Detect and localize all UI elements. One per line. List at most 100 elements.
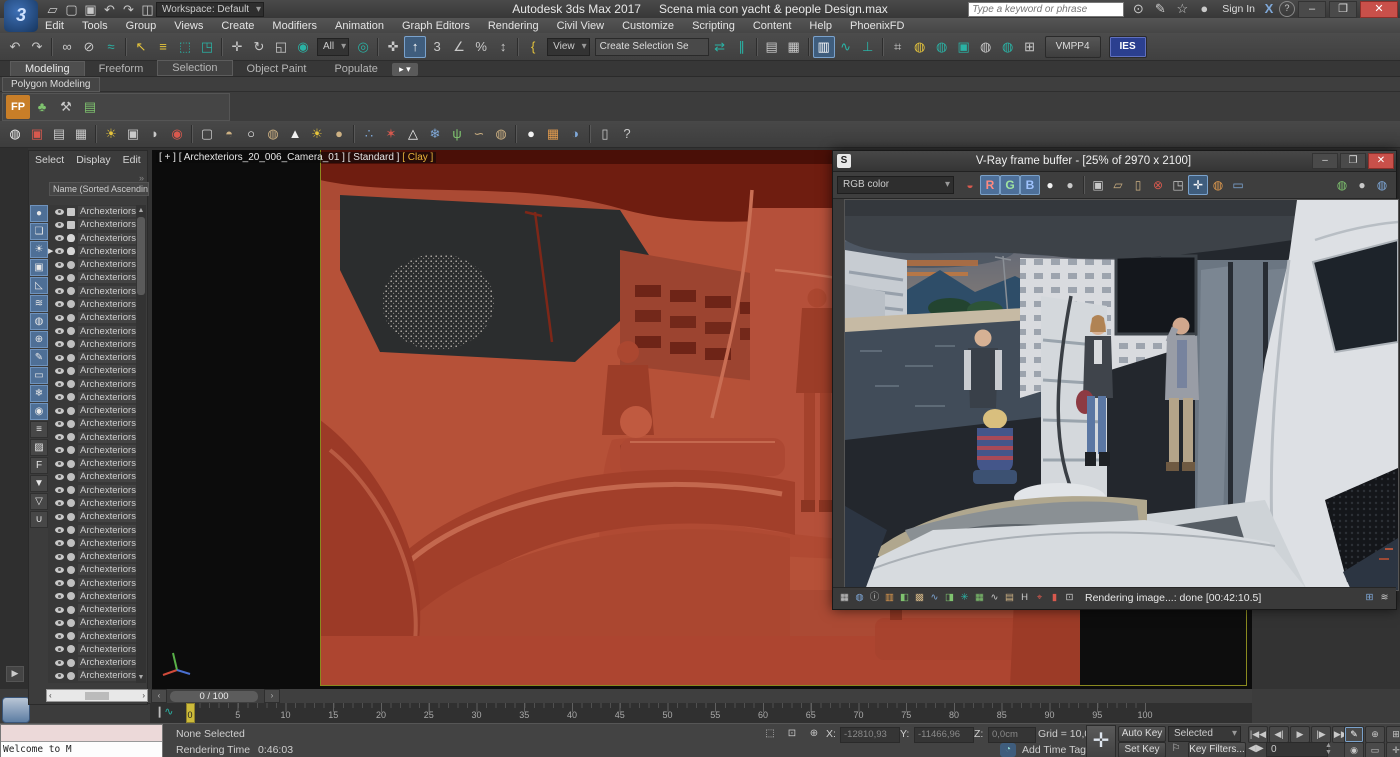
mirror-icon[interactable]: ⇄ xyxy=(709,36,731,58)
display-lights-icon[interactable]: ☀ xyxy=(30,241,48,258)
green-channel-button[interactable]: G xyxy=(1000,175,1020,195)
icc-icon[interactable]: H xyxy=(1017,590,1032,605)
curves-icon[interactable]: ✳ xyxy=(957,590,972,605)
tab-freeform[interactable]: Freeform xyxy=(85,62,158,76)
list-item[interactable]: Archexteriors xyxy=(48,470,138,483)
visibility-eye-icon[interactable] xyxy=(55,514,64,520)
vray-frame-buffer-window[interactable]: S V-Ray frame buffer - [25% of 2970 x 21… xyxy=(832,150,1397,610)
particles-icon[interactable]: ∴ xyxy=(358,123,380,145)
vfb-channel-dropdown[interactable]: RGB color xyxy=(837,176,954,194)
set-keys-paw-icon[interactable]: ⚐ xyxy=(1168,742,1184,756)
white-balance-icon[interactable]: ◧ xyxy=(897,590,912,605)
vmpp4-button[interactable]: VMPP4 xyxy=(1045,36,1101,58)
undo-icon[interactable]: ↶ xyxy=(4,36,26,58)
render-iterative-icon[interactable]: ◍ xyxy=(997,36,1019,58)
render-icon[interactable]: ◍ xyxy=(1372,175,1392,195)
list-item[interactable]: Archexteriors xyxy=(48,232,138,245)
background-icon[interactable]: ∿ xyxy=(987,590,1002,605)
box-icon[interactable]: ▢ xyxy=(196,123,218,145)
viewport-clay-menu[interactable]: [ Clay ] xyxy=(402,152,433,163)
hscroll-thumb[interactable] xyxy=(85,692,109,700)
absolute-offset-toggle-icon[interactable]: ⊕ xyxy=(806,727,822,741)
field-of-view-icon[interactable]: ◉ xyxy=(1344,742,1364,757)
snowflake-icon[interactable]: ❄ xyxy=(424,123,446,145)
layer-manager-icon[interactable]: ▤ xyxy=(761,36,783,58)
hue-saturation-icon[interactable]: ▩ xyxy=(912,590,927,605)
use-pivot-center-icon[interactable]: ◎ xyxy=(352,36,374,58)
select-and-move-icon[interactable]: ✛ xyxy=(226,36,248,58)
communication-center-icon[interactable]: ✎ xyxy=(1149,0,1171,20)
dope-sheet-icon[interactable]: ⊥ xyxy=(857,36,879,58)
load-image-icon[interactable]: ▱ xyxy=(1108,175,1128,195)
next-frame-arrow[interactable]: › xyxy=(264,689,280,703)
display-frozen-icon[interactable]: ≡ xyxy=(30,421,48,438)
minimize-button[interactable]: – xyxy=(1298,1,1326,18)
explorer-overflow-chevron[interactable]: » xyxy=(139,173,144,183)
cone-icon[interactable]: ▲ xyxy=(284,123,306,145)
teapot-icon[interactable]: ◍ xyxy=(4,123,26,145)
open-file-icon[interactable]: ▱ xyxy=(44,2,61,17)
auto-key-button[interactable]: Auto Key xyxy=(1118,726,1166,742)
save-image-icon[interactable]: ▣ xyxy=(1088,175,1108,195)
visibility-eye-icon[interactable] xyxy=(55,394,64,400)
list-item[interactable]: Archexteriors xyxy=(48,590,138,603)
list-item[interactable]: Archexteriors xyxy=(48,510,138,523)
visibility-eye-icon[interactable] xyxy=(55,209,64,215)
info-icon[interactable]: ⓘ xyxy=(867,590,882,605)
z-coordinate-field[interactable]: 0,0cm xyxy=(988,727,1036,743)
curve-editor-icon[interactable]: ∿ xyxy=(835,36,857,58)
list-item[interactable]: Archexteriors xyxy=(48,537,138,550)
region-render-icon[interactable]: ◍ xyxy=(1208,175,1228,195)
tab-selection[interactable]: Selection xyxy=(157,60,232,76)
pan-icon[interactable]: ✛ xyxy=(1386,742,1400,757)
show-corrections-icon[interactable]: ◍ xyxy=(852,590,867,605)
key-filters-button[interactable]: Key Filters... xyxy=(1188,742,1246,757)
viewport-pos-menu[interactable]: [ + ] xyxy=(159,152,176,163)
new-file-icon[interactable]: ▢ xyxy=(63,2,80,17)
redo-icon[interactable]: ↷ xyxy=(26,36,48,58)
visibility-eye-icon[interactable] xyxy=(55,288,64,294)
list-item[interactable]: Archexteriors xyxy=(48,351,138,364)
display-spacewarps-icon[interactable]: ≋ xyxy=(30,295,48,312)
list-item[interactable]: Archexteriors xyxy=(48,338,138,351)
list-item[interactable]: Archexteriors xyxy=(48,523,138,536)
compare-ab-icon[interactable]: ▭ xyxy=(1228,175,1248,195)
menu-phoenixfd[interactable]: PhoenixFD xyxy=(841,20,913,32)
vfb-minimize-button[interactable]: – xyxy=(1312,153,1338,169)
visibility-eye-icon[interactable] xyxy=(55,567,64,573)
zoom-icon[interactable]: ⊕ xyxy=(1365,726,1385,743)
sun-icon[interactable]: ☀ xyxy=(306,123,328,145)
color-channels-icon[interactable]: ◒ xyxy=(960,175,980,195)
list-item[interactable]: Archexteriors xyxy=(48,324,138,337)
list-item[interactable]: Archexteriors xyxy=(48,404,138,417)
display-shapes-icon[interactable]: ❏ xyxy=(30,223,48,240)
visibility-eye-icon[interactable] xyxy=(55,474,64,480)
infocenter-help-icon[interactable]: ? xyxy=(1279,1,1295,17)
list-item[interactable]: Archexteriors xyxy=(48,563,138,576)
list-item[interactable]: Archexteriors xyxy=(48,431,138,444)
hair-fur-icon[interactable]: ∽ xyxy=(468,123,490,145)
duplicate-window-icon[interactable]: ◳ xyxy=(1168,175,1188,195)
grass-icon[interactable]: ψ xyxy=(446,123,468,145)
visibility-eye-icon[interactable] xyxy=(55,500,64,506)
display-xrefs-icon[interactable]: ⊕ xyxy=(30,331,48,348)
visibility-eye-icon[interactable] xyxy=(55,540,64,546)
vfb-maximize-button[interactable]: ❐ xyxy=(1340,153,1366,169)
render-preview-icon[interactable]: ▣ xyxy=(26,123,48,145)
exchange-store-icon[interactable]: X xyxy=(1262,2,1276,16)
filter-funnel-icon[interactable]: ▽ xyxy=(30,493,48,510)
histogram-icon[interactable]: ⊡ xyxy=(1062,590,1077,605)
rectangular-selection-icon[interactable]: ⬚ xyxy=(174,36,196,58)
menu-edit[interactable]: Edit xyxy=(36,20,73,32)
go-to-start-button[interactable]: |◀◀ xyxy=(1248,726,1268,743)
selection-lock-icon[interactable]: ⊡ xyxy=(784,727,800,741)
basket-icon[interactable]: ∪ xyxy=(30,511,48,528)
scroll-up-arrow[interactable]: ▲ xyxy=(136,205,146,216)
prev-frame-button[interactable]: ◀| xyxy=(1269,726,1289,743)
help-icon[interactable]: ? xyxy=(616,123,638,145)
scroll-down-arrow[interactable]: ▼ xyxy=(136,672,146,683)
zoom-region-icon[interactable]: ▭ xyxy=(1365,742,1385,757)
scene-explorer-icon[interactable]: ▥ xyxy=(813,36,835,58)
multitile-icon[interactable]: ▦ xyxy=(542,123,564,145)
levels-icon[interactable]: ◨ xyxy=(942,590,957,605)
